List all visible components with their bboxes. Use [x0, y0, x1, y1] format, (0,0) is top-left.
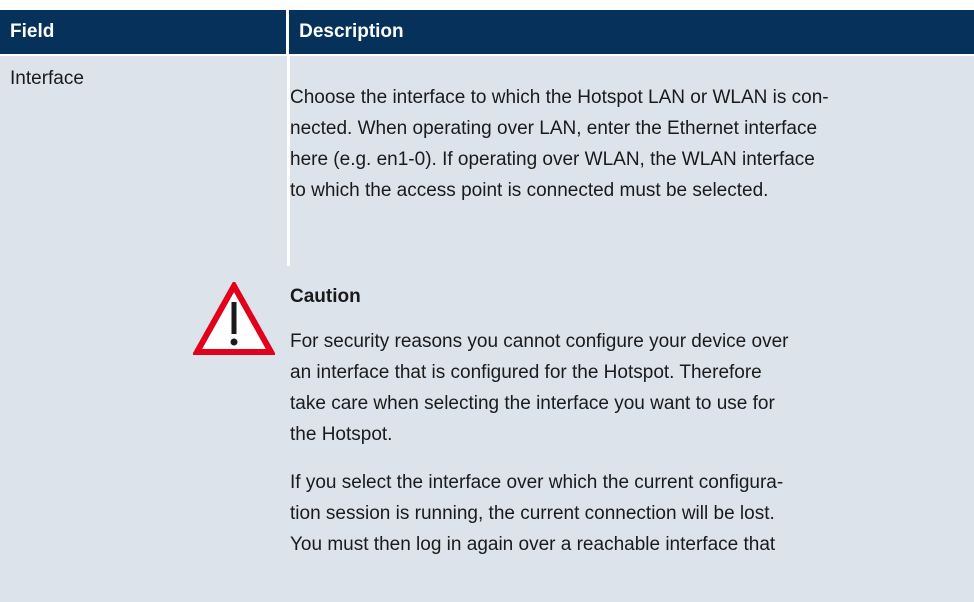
description-line: to which the access point is connected m… [290, 180, 769, 201]
table-body: Interface Choose the interface to which … [0, 56, 974, 602]
caution-text: For security reasons you cannot configur… [290, 326, 810, 577]
description-line: Choose the interface to which the Hotspo… [290, 87, 829, 108]
caution-paragraph-1: For security reasons you cannot configur… [290, 326, 810, 450]
table-header-row: Field Description [0, 10, 974, 54]
caution-title: Caution [290, 286, 361, 307]
warning-triangle-icon [191, 279, 277, 356]
caution-line: If you select the interface over which t… [290, 472, 784, 493]
caution-line: an interface that is configured for the … [290, 362, 762, 383]
field-name-interface: Interface [10, 68, 84, 89]
page-top-strip [0, 0, 974, 10]
column-header-description: Description [289, 10, 974, 54]
column-header-field: Field [0, 10, 287, 54]
description-text: Choose the interface to which the Hotspo… [290, 82, 974, 206]
caution-line: the Hotspot. [290, 424, 393, 445]
caution-line: take care when selecting the interface y… [290, 393, 775, 414]
description-line: here (e.g. en1-0). If operating over WLA… [290, 149, 815, 170]
caution-line: For security reasons you cannot configur… [290, 331, 789, 352]
caution-line: You must then log in again over a reacha… [290, 534, 776, 555]
description-line: nected. When operating over LAN, enter t… [290, 118, 818, 139]
caution-paragraph-2: If you select the interface over which t… [290, 467, 810, 560]
caution-line: tion session is running, the current con… [290, 503, 775, 524]
